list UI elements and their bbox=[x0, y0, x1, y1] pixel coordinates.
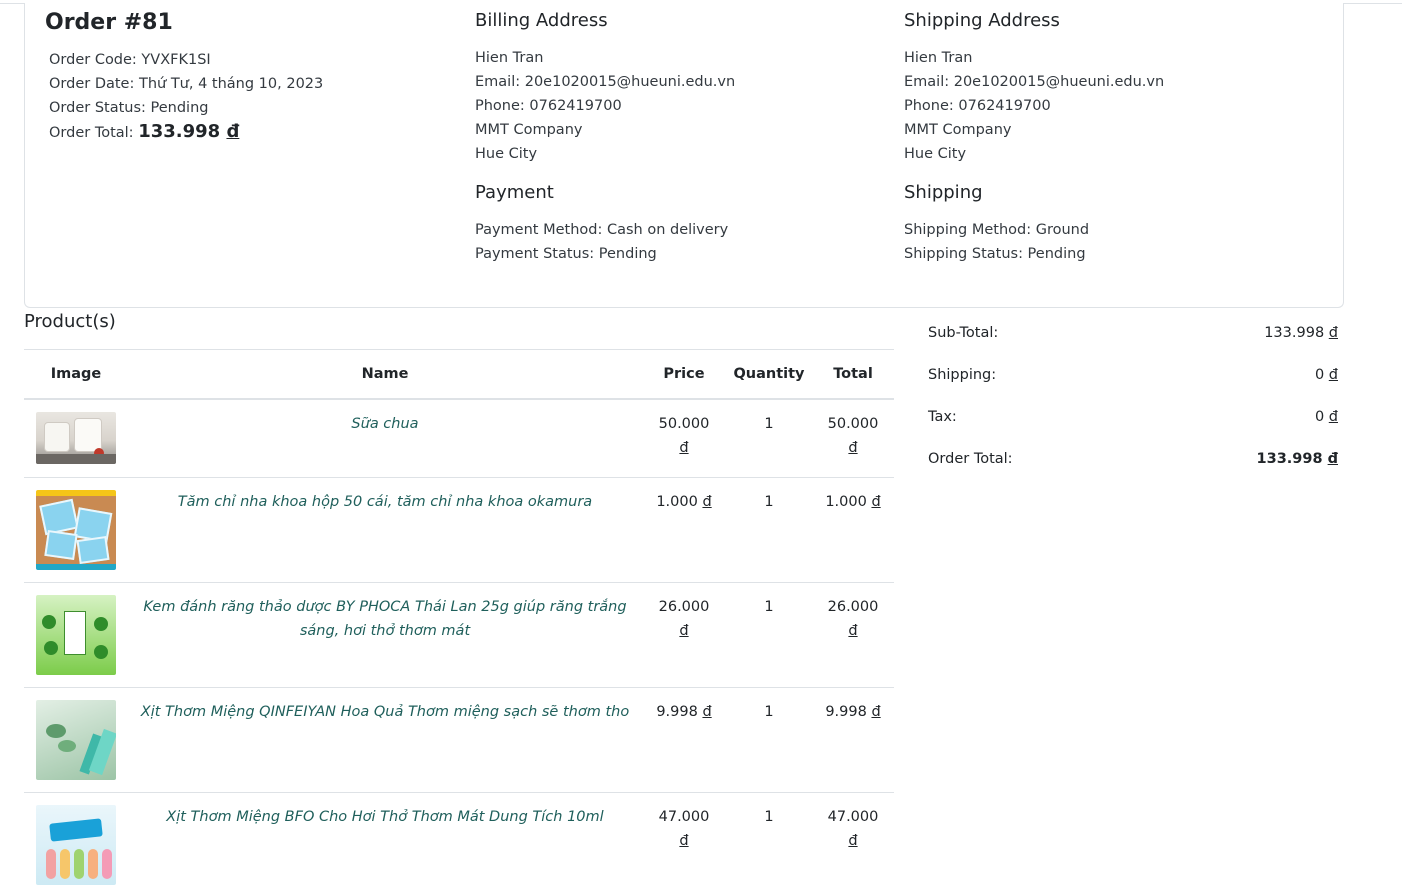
products-title: Product(s) bbox=[24, 311, 116, 332]
product-image-toothpaste[interactable] bbox=[36, 595, 116, 675]
product-price: 1.000 đ bbox=[656, 494, 712, 510]
products-table: Image Name Price Quantity Total Sữa chua… bbox=[24, 349, 894, 890]
subtotal-value: 133.998 đ bbox=[1264, 325, 1338, 341]
header-image: Image bbox=[50, 366, 102, 382]
order-total-amount: 133.998 bbox=[138, 121, 227, 142]
header-price: Price bbox=[663, 366, 705, 382]
product-name-link[interactable]: Sữa chua bbox=[128, 400, 642, 477]
shipping-cost-row: Shipping: 0 đ bbox=[928, 354, 1338, 396]
billing-address-title: Billing Address bbox=[475, 10, 608, 31]
shipping-company: MMT Company bbox=[904, 122, 1012, 138]
shipping-cost-value: 0 đ bbox=[1314, 367, 1338, 383]
billing-city: Hue City bbox=[475, 146, 538, 162]
billing-email: Email: 20e1020015@hueuni.edu.vn bbox=[475, 74, 736, 90]
header-total: Total bbox=[833, 366, 873, 382]
table-row: Tăm chỉ nha khoa hộp 50 cái, tăm chỉ nha… bbox=[24, 478, 894, 583]
shipping-email: Email: 20e1020015@hueuni.edu.vn bbox=[904, 74, 1165, 90]
product-name-link[interactable]: Kem đánh răng thảo dược BY PHOCA Thái La… bbox=[128, 583, 642, 687]
order-total-currency: đ bbox=[226, 121, 240, 142]
product-quantity: 1 bbox=[764, 704, 774, 720]
table-row: Xịt Thơm Miệng BFO Cho Hơi Thở Thơm Mát … bbox=[24, 793, 894, 890]
product-quantity: 1 bbox=[764, 416, 774, 432]
billing-name: Hien Tran bbox=[475, 50, 544, 66]
table-row: Kem đánh răng thảo dược BY PHOCA Thái La… bbox=[24, 583, 894, 688]
order-status: Order Status: Pending bbox=[49, 100, 209, 116]
order-date: Order Date: Thứ Tư, 4 tháng 10, 2023 bbox=[49, 76, 324, 92]
shipping-address-title: Shipping Address bbox=[904, 10, 1060, 31]
shipping-city: Hue City bbox=[904, 146, 967, 162]
shipping-status: Shipping Status: Pending bbox=[904, 246, 1086, 262]
product-quantity: 1 bbox=[764, 809, 774, 825]
billing-payment-column: Billing Address Hien Tran Email: 20e1020… bbox=[475, 8, 735, 266]
shipping-column: Shipping Address Hien Tran Email: 20e102… bbox=[904, 8, 1164, 266]
order-code: Order Code: YVXFK1SI bbox=[49, 52, 211, 68]
tax-value: 0 đ bbox=[1314, 409, 1338, 425]
product-quantity: 1 bbox=[764, 494, 774, 510]
subtotal-row: Sub-Total: 133.998 đ bbox=[928, 312, 1338, 354]
payment-method: Payment Method: Cash on delivery bbox=[475, 222, 729, 238]
product-total: 47.000 đ bbox=[827, 809, 879, 849]
shipping-title: Shipping bbox=[904, 182, 983, 203]
product-name-link[interactable]: Xịt Thơm Miệng BFO Cho Hơi Thở Thơm Mát … bbox=[128, 793, 642, 890]
product-image-mouth-spray[interactable] bbox=[36, 700, 116, 780]
product-total: 50.000 đ bbox=[827, 416, 879, 456]
payment-status: Payment Status: Pending bbox=[475, 246, 657, 262]
product-image-yogurt[interactable] bbox=[36, 412, 116, 464]
billing-company: MMT Company bbox=[475, 122, 583, 138]
order-total: Order Total: 133.998 đ bbox=[49, 120, 323, 145]
shipping-method: Shipping Method: Ground bbox=[904, 222, 1090, 238]
product-image-floss[interactable] bbox=[36, 490, 116, 570]
product-name-link[interactable]: Tăm chỉ nha khoa hộp 50 cái, tăm chỉ nha… bbox=[128, 478, 642, 582]
order-info-card: Order #81 Order Code: YVXFK1SI Order Dat… bbox=[24, 3, 1344, 308]
payment-title: Payment bbox=[475, 182, 554, 203]
header-name: Name bbox=[361, 366, 409, 382]
table-row: Xịt Thơm Miệng QINFEIYAN Hoa Quả Thơm mi… bbox=[24, 688, 894, 793]
product-quantity: 1 bbox=[764, 599, 774, 615]
product-price: 9.998 đ bbox=[656, 704, 712, 720]
table-header: Image Name Price Quantity Total bbox=[24, 349, 894, 400]
product-total: 9.998 đ bbox=[825, 704, 881, 720]
tax-row: Tax: 0 đ bbox=[928, 396, 1338, 438]
product-total: 26.000 đ bbox=[827, 599, 879, 639]
shipping-cost-label: Shipping: bbox=[928, 367, 997, 383]
product-price: 26.000 đ bbox=[658, 599, 710, 639]
product-name-link[interactable]: Xịt Thơm Miệng QINFEIYAN Hoa Quả Thơm mi… bbox=[128, 688, 642, 792]
order-summary-column: Order #81 Order Code: YVXFK1SI Order Dat… bbox=[45, 8, 323, 145]
tax-label: Tax: bbox=[928, 409, 957, 425]
order-total-row: Order Total: 133.998 đ bbox=[928, 438, 1338, 480]
product-image-bfo-spray[interactable] bbox=[36, 805, 116, 885]
order-totals-summary: Sub-Total: 133.998 đ Shipping: 0 đ Tax: … bbox=[928, 312, 1338, 480]
shipping-name: Hien Tran bbox=[904, 50, 973, 66]
billing-phone: Phone: 0762419700 bbox=[475, 98, 622, 114]
header-quantity: Quantity bbox=[733, 366, 805, 382]
order-total-label: Order Total: bbox=[49, 125, 139, 141]
order-total-summary-value: 133.998 đ bbox=[1256, 451, 1338, 467]
table-row: Sữa chua 50.000 đ 1 50.000 đ bbox=[24, 400, 894, 478]
shipping-phone: Phone: 0762419700 bbox=[904, 98, 1051, 114]
product-price: 50.000 đ bbox=[658, 416, 710, 456]
subtotal-label: Sub-Total: bbox=[928, 325, 999, 341]
order-total-summary-label: Order Total: bbox=[928, 451, 1013, 467]
product-total: 1.000 đ bbox=[825, 494, 881, 510]
product-price: 47.000 đ bbox=[658, 809, 710, 849]
order-title: Order #81 bbox=[45, 10, 173, 35]
